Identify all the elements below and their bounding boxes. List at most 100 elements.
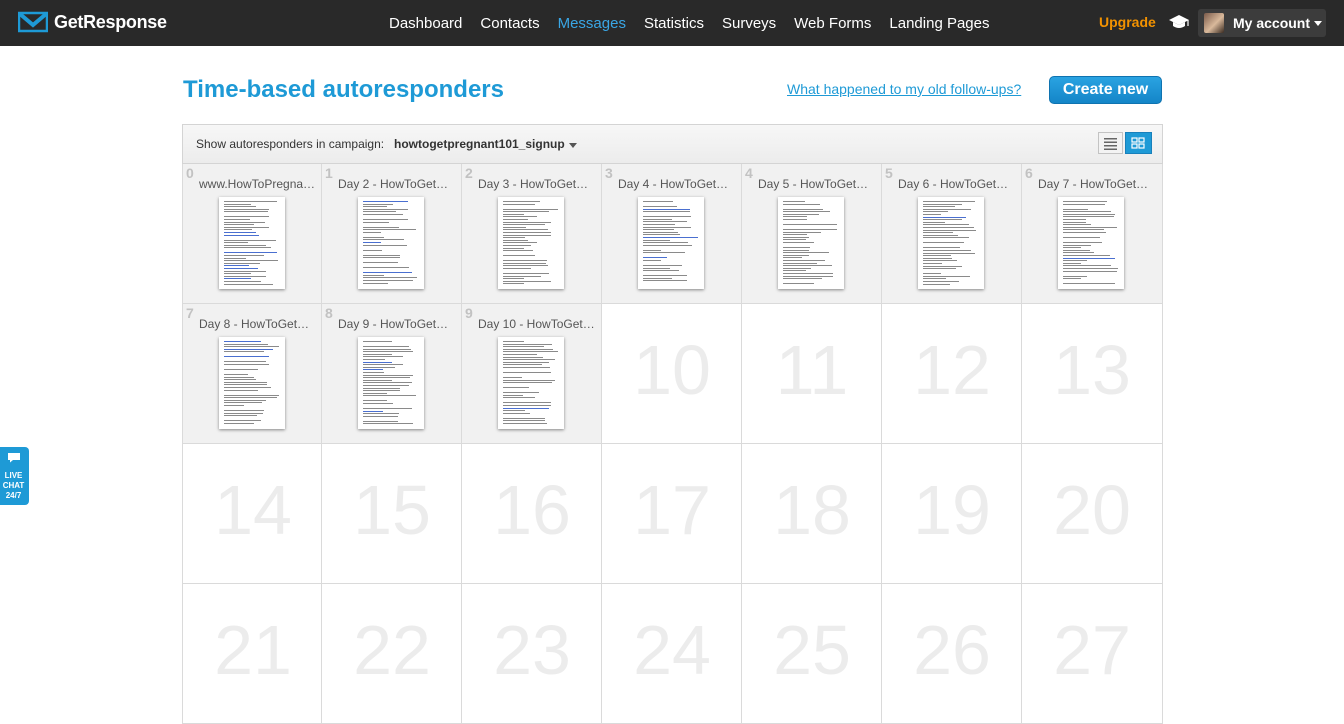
message-preview-thumbnail[interactable] [358, 197, 424, 289]
day-number: 4 [745, 165, 753, 181]
message-preview-thumbnail[interactable] [1058, 197, 1124, 289]
empty-day-cell[interactable]: 25 [742, 584, 882, 724]
autoresponder-cell[interactable]: 7 Day 8 - HowToGetPregnant101 [182, 304, 322, 444]
day-number: 3 [605, 165, 613, 181]
autoresponder-cell[interactable]: 1 Day 2 - HowToGetPregnant101 [322, 164, 462, 304]
empty-day-number: 11 [775, 331, 849, 409]
empty-day-number: 22 [353, 611, 431, 689]
nav-messages[interactable]: Messages [558, 15, 626, 32]
nav-statistics[interactable]: Statistics [644, 15, 704, 32]
empty-day-cell[interactable]: 15 [322, 444, 462, 584]
empty-day-cell[interactable]: 18 [742, 444, 882, 584]
empty-day-cell[interactable]: 17 [602, 444, 742, 584]
nav-web-forms[interactable]: Web Forms [794, 15, 871, 32]
getresponse-logo[interactable]: GetResponse [18, 11, 167, 33]
autoresponder-title[interactable]: Day 2 - HowToGetPregnant101 [338, 177, 456, 191]
avatar [1204, 13, 1224, 33]
nav-landing-pages[interactable]: Landing Pages [889, 15, 989, 32]
autoresponder-title[interactable]: Day 6 - HowToGetPregnant101 [898, 177, 1016, 191]
autoresponder-cell[interactable]: 5 Day 6 - HowToGetPregnant101 [882, 164, 1022, 304]
autoresponder-cell[interactable]: 9 Day 10 - HowToGetPregnant101 [462, 304, 602, 444]
nav-dashboard[interactable]: Dashboard [389, 15, 462, 32]
live-chat-button[interactable]: LIVE CHAT 24/7 [0, 447, 29, 505]
upgrade-link[interactable]: Upgrade [1099, 14, 1156, 30]
empty-day-number: 27 [1053, 611, 1131, 689]
autoresponder-cell[interactable]: 0 www.HowToPregnant101.com [182, 164, 322, 304]
message-preview-thumbnail[interactable] [219, 197, 285, 289]
empty-day-cell[interactable]: 20 [1022, 444, 1163, 584]
autoresponder-title[interactable]: Day 5 - HowToGetPregnant101 [758, 177, 876, 191]
graduation-cap-icon[interactable] [1168, 13, 1190, 31]
autoresponder-cell[interactable]: 8 Day 9 - HowToGetPregnant101 [322, 304, 462, 444]
empty-day-cell[interactable]: 16 [462, 444, 602, 584]
empty-day-number: 10 [633, 331, 711, 409]
autoresponder-title[interactable]: Day 9 - HowToGetPregnant101 [338, 317, 456, 331]
empty-day-number: 23 [493, 611, 571, 689]
live-chat-label: LIVE CHAT 24/7 [2, 471, 25, 500]
autoresponder-cell[interactable]: 3 Day 4 - HowToGetPregnant101 [602, 164, 742, 304]
day-number: 5 [885, 165, 893, 181]
my-account-menu[interactable]: My account [1198, 9, 1326, 37]
empty-day-number: 14 [214, 471, 292, 549]
nav-surveys[interactable]: Surveys [722, 15, 776, 32]
day-number: 6 [1025, 165, 1033, 181]
empty-day-number: 24 [633, 611, 711, 689]
empty-day-cell[interactable]: 27 [1022, 584, 1163, 724]
message-preview-thumbnail[interactable] [918, 197, 984, 289]
page-title: Time-based autoresponders [183, 76, 504, 103]
empty-day-cell[interactable]: 23 [462, 584, 602, 724]
day-number: 9 [465, 305, 473, 321]
message-preview-thumbnail[interactable] [498, 197, 564, 289]
empty-day-cell[interactable]: 10 [602, 304, 742, 444]
empty-day-number: 16 [493, 471, 571, 549]
message-preview-thumbnail[interactable] [358, 337, 424, 429]
chevron-down-icon[interactable] [569, 143, 577, 148]
old-follow-ups-link[interactable]: What happened to my old follow-ups? [787, 81, 1021, 97]
empty-day-cell[interactable]: 26 [882, 584, 1022, 724]
message-preview-thumbnail[interactable] [778, 197, 844, 289]
autoresponder-title[interactable]: www.HowToPregnant101.com [199, 177, 317, 191]
autoresponder-title[interactable]: Day 8 - HowToGetPregnant101 [199, 317, 317, 331]
chevron-down-icon [1314, 20, 1323, 26]
empty-day-cell[interactable]: 21 [182, 584, 322, 724]
empty-day-cell[interactable]: 14 [182, 444, 322, 584]
empty-day-cell[interactable]: 24 [602, 584, 742, 724]
message-preview-thumbnail[interactable] [638, 197, 704, 289]
list-view-icon [1104, 138, 1117, 150]
nav-contacts[interactable]: Contacts [480, 15, 539, 32]
day-number: 7 [186, 305, 194, 321]
message-preview-thumbnail[interactable] [498, 337, 564, 429]
message-preview-thumbnail[interactable] [219, 337, 285, 429]
empty-day-number: 21 [214, 611, 292, 689]
autoresponder-cell[interactable]: 4 Day 5 - HowToGetPregnant101 [742, 164, 882, 304]
empty-day-number: 19 [913, 471, 991, 549]
empty-day-cell[interactable]: 11 [742, 304, 882, 444]
grid-view-button[interactable] [1125, 132, 1152, 154]
empty-day-number: 12 [913, 331, 991, 409]
autoresponder-title[interactable]: Day 3 - HowToGetPregnant101 [478, 177, 596, 191]
empty-day-cell[interactable]: 12 [882, 304, 1022, 444]
empty-day-cell[interactable]: 19 [882, 444, 1022, 584]
top-navigation-bar: GetResponse Dashboard Contacts Messages Sta… [0, 0, 1344, 46]
campaign-filter-bar: Show autoresponders in campaign: howtoge… [182, 124, 1163, 164]
autoresponder-title[interactable]: Day 10 - HowToGetPregnant101 [478, 317, 596, 331]
empty-day-number: 20 [1053, 471, 1131, 549]
empty-day-number: 25 [773, 611, 851, 689]
empty-day-number: 18 [773, 471, 851, 549]
day-number: 2 [465, 165, 473, 181]
empty-day-number: 15 [353, 471, 431, 549]
autoresponder-cell[interactable]: 2 Day 3 - HowToGetPregnant101 [462, 164, 602, 304]
empty-day-cell[interactable]: 13 [1022, 304, 1163, 444]
create-new-button[interactable]: Create new [1049, 76, 1162, 104]
empty-day-cell[interactable]: 22 [322, 584, 462, 724]
day-number: 0 [186, 165, 194, 181]
day-number: 8 [325, 305, 333, 321]
campaign-filter-label: Show autoresponders in campaign: [196, 137, 385, 151]
logo-text: GetResponse [54, 11, 167, 32]
autoresponder-cell[interactable]: 6 Day 7 - HowToGetPregnant101 [1022, 164, 1163, 304]
campaign-select[interactable]: howtogetpregnant101_signup [394, 137, 565, 151]
autoresponder-title[interactable]: Day 7 - HowToGetPregnant101 [1038, 177, 1156, 191]
list-view-button[interactable] [1098, 132, 1123, 154]
empty-day-number: 13 [1053, 331, 1131, 409]
autoresponder-title[interactable]: Day 4 - HowToGetPregnant101 [618, 177, 736, 191]
